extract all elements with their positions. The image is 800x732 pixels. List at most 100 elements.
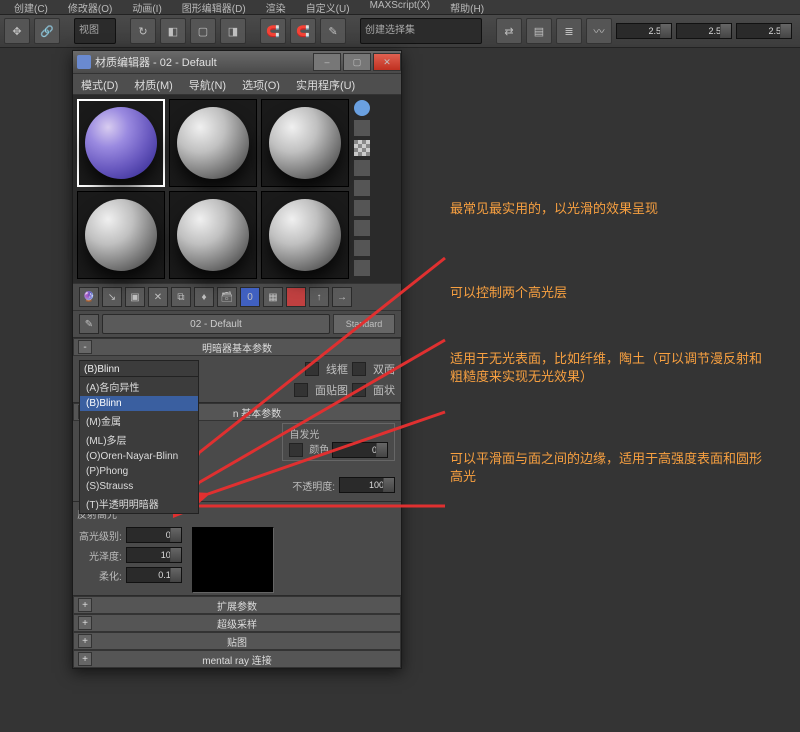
put-to-library-icon[interactable]: 🗃 <box>217 287 237 307</box>
material-id-icon[interactable]: 0 <box>240 287 260 307</box>
layers-icon[interactable]: ≣ <box>556 18 582 44</box>
shader-option-strauss[interactable]: (S)Strauss <box>80 479 198 494</box>
shader-type-list: (A)各向异性 (B)Blinn (M)金属 (ML)多层 (O)Oren-Na… <box>79 376 199 514</box>
select-by-material-icon[interactable] <box>353 239 371 257</box>
spinner-1[interactable]: 2.5 <box>616 23 672 39</box>
matmenu-utilities[interactable]: 实用程序(U) <box>288 74 363 94</box>
menu-maxscript[interactable]: MAXScript(X) <box>360 0 441 14</box>
material-map-icon[interactable] <box>353 259 371 277</box>
shader-option-oren-nayar[interactable]: (O)Oren-Nayar-Blinn <box>80 449 198 464</box>
wireframe-checkbox[interactable] <box>305 362 319 376</box>
show-map-icon[interactable]: ▦ <box>263 287 283 307</box>
sample-slot-6[interactable] <box>261 191 349 279</box>
soften-spinner[interactable]: 0.1 <box>126 567 182 583</box>
color-label: 颜色 <box>309 445 329 456</box>
sample-slot-4[interactable] <box>77 191 165 279</box>
background-icon[interactable] <box>353 139 371 157</box>
snap-angle-icon[interactable]: 🧲 <box>260 18 286 44</box>
material-editor-titlebar[interactable]: 材质编辑器 - 02 - Default – ▢ ✕ <box>73 51 401 74</box>
minimize-btn[interactable]: – <box>313 53 341 71</box>
menu-render[interactable]: 渲染 <box>256 0 296 14</box>
sample-slot-2[interactable] <box>169 99 257 187</box>
material-toolbar: 🔮 ↘ ▣ ✕ ⧉ ♦ 🗃 0 ▦ ↑ → <box>73 283 401 310</box>
curve-editor-icon[interactable]: 〰 <box>586 18 612 44</box>
faceted-checkbox[interactable] <box>352 383 366 397</box>
show-end-result-icon[interactable] <box>286 287 306 307</box>
close-btn[interactable]: ✕ <box>373 53 401 71</box>
sphere-icon <box>177 199 249 271</box>
viewport-dropdown[interactable]: 视图 <box>74 18 116 44</box>
specular-level-spinner[interactable]: 0 <box>126 527 182 543</box>
glossiness-spinner[interactable]: 10 <box>126 547 182 563</box>
put-material-icon[interactable]: ↘ <box>102 287 122 307</box>
mirror-icon[interactable]: ⇄ <box>496 18 522 44</box>
shader-option-multi-layer[interactable]: (ML)多层 <box>80 430 198 449</box>
link-tool-icon[interactable]: 🔗 <box>34 18 60 44</box>
rollup-extended[interactable]: +扩展参数 <box>73 596 401 614</box>
sample-slot-5[interactable] <box>169 191 257 279</box>
options-icon[interactable] <box>353 219 371 237</box>
shader-option-blinn[interactable]: (B)Blinn <box>80 396 198 411</box>
shader-option-phong[interactable]: (P)Phong <box>80 464 198 479</box>
rotate-tool-icon[interactable]: ↻ <box>130 18 156 44</box>
specular-curve-preview <box>192 527 274 593</box>
shader-option-anisotropic[interactable]: (A)各向异性 <box>80 377 198 396</box>
material-name-field[interactable]: 02 - Default <box>102 314 330 334</box>
make-unique-icon[interactable]: ♦ <box>194 287 214 307</box>
matmenu-material[interactable]: 材质(M) <box>126 74 181 94</box>
pick-material-icon[interactable]: ✎ <box>79 314 99 334</box>
rollup-mentalray[interactable]: +mental ray 连接 <box>73 650 401 668</box>
self-illum-spinner[interactable]: 0 <box>332 442 388 458</box>
align-tool-icon[interactable]: ◨ <box>220 18 246 44</box>
shader-option-metal[interactable]: (M)金属 <box>80 411 198 430</box>
glossiness-label: 光泽度: <box>89 548 122 563</box>
faceted-label: 面状 <box>373 382 395 398</box>
matmenu-navigate[interactable]: 导航(N) <box>181 74 234 94</box>
mirror-tool-icon[interactable]: ▢ <box>190 18 216 44</box>
twosided-checkbox[interactable] <box>352 362 366 376</box>
sample-slot-1[interactable] <box>77 99 165 187</box>
rollup-maps[interactable]: +贴图 <box>73 632 401 650</box>
go-forward-icon[interactable]: → <box>332 287 352 307</box>
rollup-title: 贴图 <box>227 634 247 649</box>
menu-help[interactable]: 帮助(H) <box>440 0 494 14</box>
menu-animation[interactable]: 动画(I) <box>122 0 171 14</box>
align-icon[interactable]: ▤ <box>526 18 552 44</box>
matmenu-modes[interactable]: 模式(D) <box>73 74 126 94</box>
matmenu-options[interactable]: 选项(O) <box>234 74 288 94</box>
specular-level-label: 高光级别: <box>79 528 122 543</box>
edit-named-icon[interactable]: ✎ <box>320 18 346 44</box>
make-copy-icon[interactable]: ⧉ <box>171 287 191 307</box>
reset-map-icon[interactable]: ✕ <box>148 287 168 307</box>
spinner-2[interactable]: 2.5 <box>676 23 732 39</box>
facemap-checkbox[interactable] <box>294 383 308 397</box>
uv-tile-icon[interactable] <box>353 159 371 177</box>
sample-slots-area <box>73 95 401 283</box>
move-tool-icon[interactable]: ✥ <box>4 18 30 44</box>
sample-slot-3[interactable] <box>261 99 349 187</box>
video-color-icon[interactable] <box>353 179 371 197</box>
opacity-spinner[interactable]: 100 <box>339 477 395 493</box>
assign-to-selection-icon[interactable]: ▣ <box>125 287 145 307</box>
backlight-icon[interactable] <box>353 119 371 137</box>
snap-percent-icon[interactable]: 🧲 <box>290 18 316 44</box>
sample-type-icon[interactable] <box>353 99 371 117</box>
rollup-toggle[interactable]: - <box>78 340 92 354</box>
maximize-btn[interactable]: ▢ <box>343 53 371 71</box>
get-material-icon[interactable]: 🔮 <box>79 287 99 307</box>
spinner-3[interactable]: 2.5 <box>736 23 792 39</box>
shader-option-translucent[interactable]: (T)半透明明暗器 <box>80 494 198 513</box>
menu-create[interactable]: 创建(C) <box>4 0 58 14</box>
rollup-supersample[interactable]: +超级采样 <box>73 614 401 632</box>
material-type-button[interactable]: Standard <box>333 314 395 334</box>
menu-customize[interactable]: 自定义(U) <box>296 0 360 14</box>
go-to-parent-icon[interactable]: ↑ <box>309 287 329 307</box>
scale-tool-icon[interactable]: ◧ <box>160 18 186 44</box>
self-illum-checkbox[interactable] <box>289 443 303 457</box>
twosided-label: 双面 <box>373 361 395 377</box>
menu-modifiers[interactable]: 修改器(O) <box>58 0 122 14</box>
selection-set-dropdown[interactable]: 创建选择集 <box>360 18 482 44</box>
make-preview-icon[interactable] <box>353 199 371 217</box>
shader-rollup-header[interactable]: - 明暗器基本参数 <box>73 338 401 356</box>
menu-graph-editors[interactable]: 图形编辑器(D) <box>172 0 256 14</box>
